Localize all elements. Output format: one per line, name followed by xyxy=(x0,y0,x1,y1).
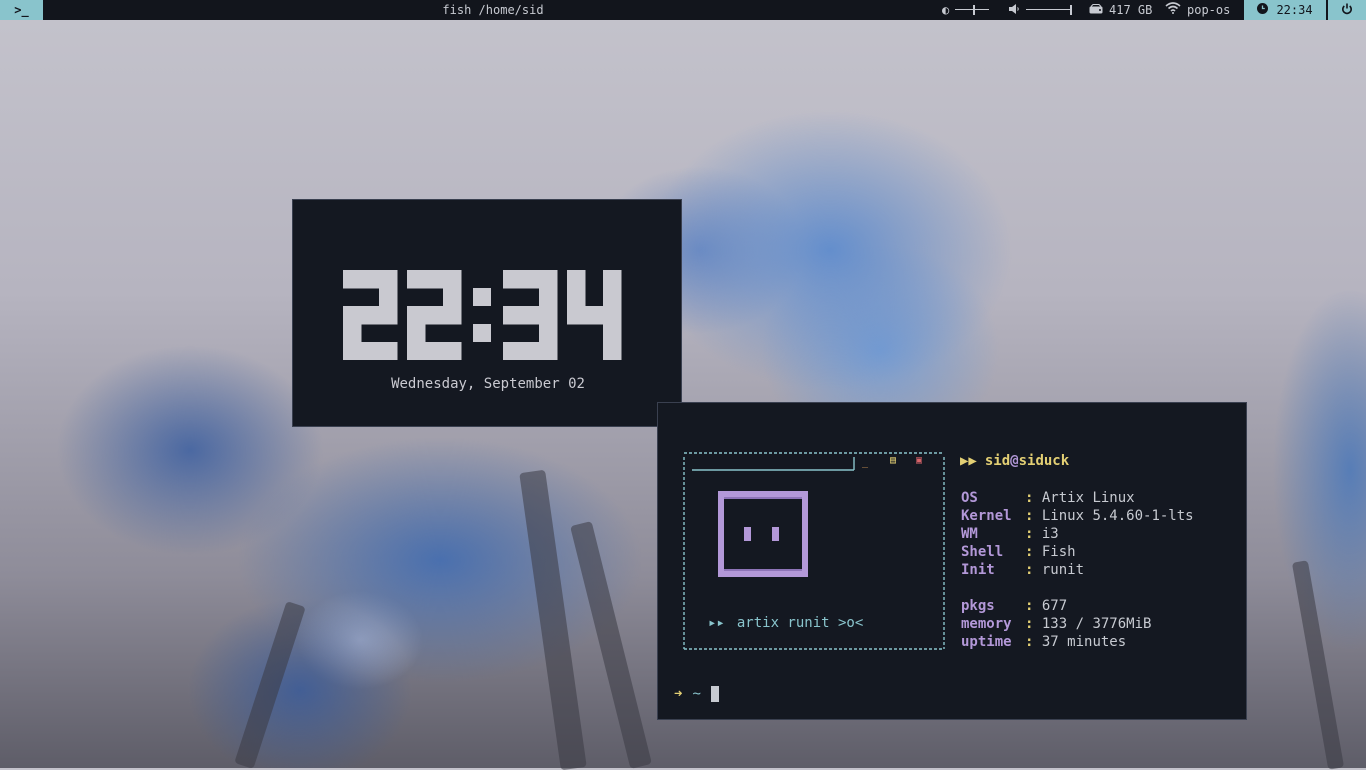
clock-digit-pixel xyxy=(585,306,604,325)
hostname: siduck xyxy=(1018,453,1070,469)
hard-drive-icon xyxy=(1089,0,1103,20)
clock-digit-pixel xyxy=(343,306,362,325)
clock-digit-pixel xyxy=(539,342,558,360)
wallpaper-stem xyxy=(1291,560,1345,770)
big-pixel-clock xyxy=(343,270,622,360)
clock-time: 22:34 xyxy=(1276,3,1313,17)
clock-digit-pixel xyxy=(379,288,398,307)
brightness-widget[interactable]: ◐ xyxy=(942,0,990,20)
brightness-slider-knob[interactable] xyxy=(973,5,976,15)
info-row-uptime: uptime: 37 minutes xyxy=(961,634,1127,650)
clock-digit-pixel xyxy=(343,342,362,360)
clock-digit-pixel xyxy=(539,288,558,307)
clock-digit-pixel xyxy=(343,324,362,343)
volume-slider-knob[interactable] xyxy=(1070,5,1072,15)
close-glyph: ▣ xyxy=(916,455,923,466)
clock-digit-pixel xyxy=(443,288,462,307)
clock-digit-pixel xyxy=(407,342,426,360)
username: sid xyxy=(984,453,1011,469)
clock-digit-pixel xyxy=(521,270,540,289)
info-row-wm: WM: i3 xyxy=(961,526,1059,542)
clock-digit-pixel xyxy=(425,342,444,360)
clock-digit-pixel xyxy=(361,342,380,360)
clock-digit-pixel xyxy=(343,270,362,289)
info-row-memory: memory: 133 / 3776MiB xyxy=(961,616,1152,632)
power-button[interactable] xyxy=(1328,0,1366,20)
clock-digit-pixel xyxy=(567,288,586,307)
clock-digit-pixel xyxy=(425,306,444,325)
disk-widget: 417 GB xyxy=(1089,0,1152,20)
clock-digit-pixel xyxy=(443,270,462,289)
info-row-pkgs: pkgs: 677 xyxy=(961,598,1068,614)
clock-digit-pixel xyxy=(539,324,558,343)
volume-slider[interactable] xyxy=(1026,5,1072,15)
minimize-glyph: _ xyxy=(862,457,869,468)
info-row-os: OS: Artix Linux xyxy=(961,490,1135,506)
clock-icon xyxy=(1257,0,1269,20)
clock-digit-pixel xyxy=(603,306,622,325)
wallpaper-stem xyxy=(234,601,306,769)
brightness-slider[interactable] xyxy=(955,5,990,15)
clock-digit-pixel xyxy=(379,342,398,360)
clock-digit-pixel xyxy=(361,306,380,325)
clock-digit-pixel xyxy=(361,270,380,289)
network-widget[interactable]: pop-os xyxy=(1165,0,1230,20)
clock-digit-pixel xyxy=(379,306,398,325)
clock-digit-pixel xyxy=(567,306,586,325)
speaker-icon xyxy=(1009,0,1020,20)
clock-digit-pixel xyxy=(603,270,622,289)
double-arrow-icon: ▶▶ xyxy=(960,453,977,469)
clock-digit-pixel xyxy=(407,324,426,343)
clock-digit-pixel xyxy=(521,342,540,360)
clock-digit-pixel xyxy=(503,342,522,360)
wallpaper-stem xyxy=(570,521,652,769)
top-bar: >_ fish /home/sid ◐ 417 GB pop-os 22:34 xyxy=(0,0,1366,20)
clock-digit-pixel xyxy=(521,306,540,325)
clock-digit-pixel xyxy=(443,342,462,360)
face-icon xyxy=(718,491,808,577)
prompt-arrow-icon: ➜ xyxy=(674,686,683,702)
bin-icon: ▤ xyxy=(890,455,897,466)
ascii-caption: artix runit >o< xyxy=(736,615,864,631)
clock-digit-pixel xyxy=(407,306,426,325)
caption-arrow-icon: ▸▸ xyxy=(708,615,725,631)
clock-digit-pixel xyxy=(603,288,622,307)
window-title: fish /home/sid xyxy=(442,3,544,17)
clock-digit-pixel xyxy=(443,306,462,325)
clock-digit-pixel xyxy=(425,270,444,289)
clock-digit-pixel xyxy=(539,270,558,289)
terminal-window[interactable]: _ ▤ ▣ ▸▸ artix runit >o< ▶▶ sid@siduck O… xyxy=(657,402,1247,720)
info-row-init: Init: runit xyxy=(961,562,1085,578)
power-icon xyxy=(1341,3,1353,17)
clock-colon-dot xyxy=(473,288,491,306)
clock-digit-pixel xyxy=(603,324,622,343)
network-name: pop-os xyxy=(1187,3,1231,17)
clock-colon-dot xyxy=(473,324,491,342)
clock-digit-pixel xyxy=(503,270,522,289)
info-row-shell: Shell: Fish xyxy=(961,544,1076,560)
clock-digit-pixel xyxy=(567,270,586,289)
wallpaper-stem xyxy=(519,469,587,770)
clock-window: Wednesday, September 02 xyxy=(292,199,682,427)
clock-digit-pixel xyxy=(539,306,558,325)
shell-prompt[interactable]: ➜ ~ xyxy=(674,686,719,702)
clock-digit-pixel xyxy=(379,270,398,289)
prompt-directory: ~ xyxy=(692,686,701,702)
disk-free-text: 417 GB xyxy=(1109,3,1153,17)
clock-digit-pixel xyxy=(407,270,426,289)
volume-widget[interactable] xyxy=(1009,0,1072,20)
info-row-kernel: Kernel: Linux 5.4.60-1-lts xyxy=(961,508,1194,524)
clock-date: Wednesday, September 02 xyxy=(391,376,585,392)
text-cursor[interactable] xyxy=(710,686,719,702)
half-circle-icon: ◐ xyxy=(942,3,950,17)
wifi-icon xyxy=(1165,0,1181,20)
clock-digit-pixel xyxy=(503,306,522,325)
at-sign: @ xyxy=(1010,453,1019,469)
clock-widget[interactable]: 22:34 xyxy=(1244,0,1326,20)
user-host: ▶▶ sid@siduck xyxy=(960,453,1069,469)
clock-digit-pixel xyxy=(603,342,622,360)
